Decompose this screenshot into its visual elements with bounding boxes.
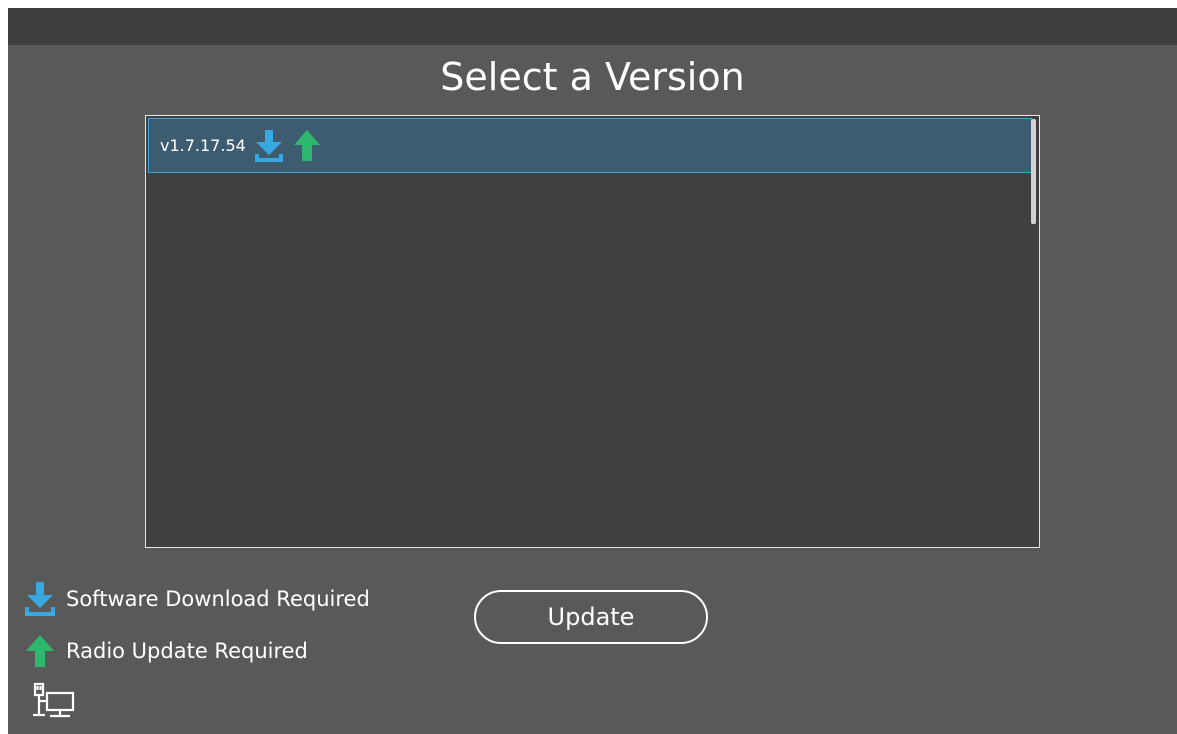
list-item[interactable]: v1.7.17.54 — [148, 118, 1032, 173]
legend-label-download: Software Download Required — [66, 587, 370, 611]
legend-item-update: Radio Update Required — [22, 625, 370, 677]
arrow-up-icon — [22, 633, 58, 669]
update-button[interactable]: Update — [474, 590, 708, 644]
network-connection-icon — [30, 681, 80, 723]
version-label: v1.7.17.54 — [160, 136, 246, 155]
page-title: Select a Version — [440, 55, 745, 99]
app-window: Select a Version v1.7.17.54 Software Dow… — [8, 8, 1177, 734]
legend-item-download: Software Download Required — [22, 573, 370, 625]
title-bar — [8, 8, 1177, 45]
scrollbar[interactable] — [1029, 116, 1039, 547]
version-list[interactable]: v1.7.17.54 — [145, 115, 1040, 548]
arrow-up-icon — [292, 128, 322, 164]
legend: Software Download Required Radio Update … — [22, 573, 370, 677]
download-icon — [22, 581, 58, 617]
scrollbar-thumb[interactable] — [1031, 119, 1036, 224]
download-icon — [252, 128, 286, 164]
legend-label-update: Radio Update Required — [66, 639, 308, 663]
